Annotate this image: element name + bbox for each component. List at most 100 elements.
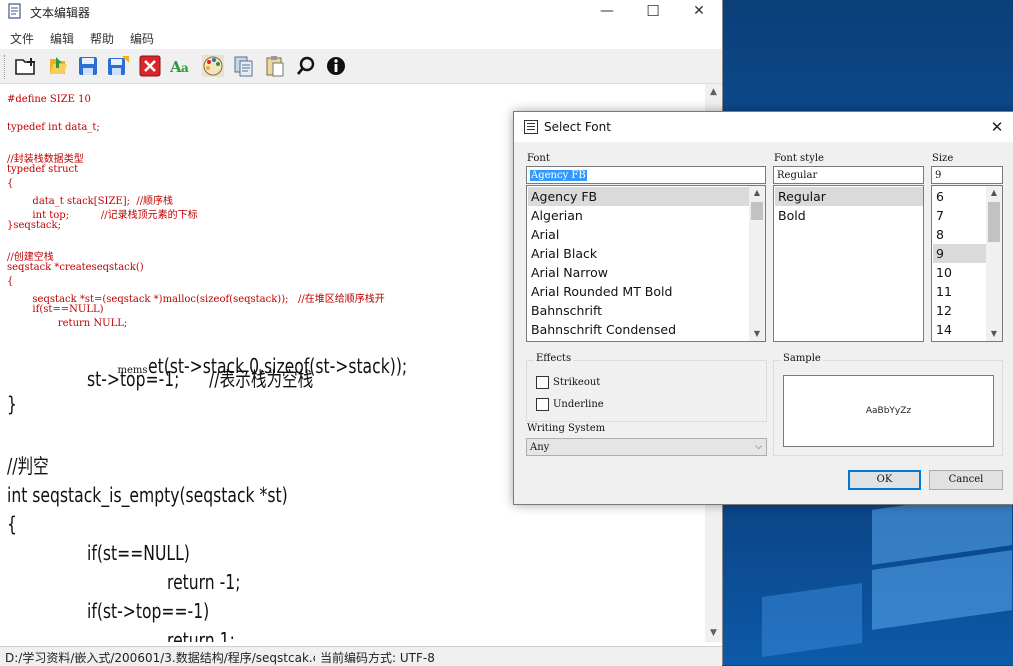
scroll-up-icon[interactable]: ▲ (705, 84, 722, 101)
dialog-title: Select Font (544, 120, 611, 134)
font-list-item[interactable]: Arial (528, 225, 765, 244)
save-icon[interactable] (75, 53, 101, 79)
code-line: st->top=-1; //表示栈为空栈 (87, 367, 314, 391)
menu-help[interactable]: 帮助 (90, 30, 114, 47)
code-line: int seqstack_is_empty(seqstack *st) (7, 483, 288, 507)
font-size-item[interactable]: 7 (933, 206, 986, 225)
code-line: //创建空栈 (7, 252, 54, 263)
scroll-thumb[interactable] (988, 202, 1000, 242)
font-list-item[interactable]: Arial Narrow (528, 263, 765, 282)
code-line: if(st==NULL) (87, 541, 190, 565)
font-list-item[interactable]: Bahnschrift Condensed (528, 320, 765, 339)
ok-button[interactable]: OK (848, 470, 921, 490)
code-line: int top; //记录栈顶元素的下标 (7, 210, 198, 221)
code-line: if(st->top==-1) (87, 599, 210, 623)
font-size-input[interactable]: 9 (931, 166, 1003, 184)
writing-system-label: Writing System (527, 423, 606, 434)
chevron-down-icon[interactable]: ▼ (986, 327, 1002, 341)
paste-icon[interactable] (262, 53, 288, 79)
font-size-item[interactable]: 8 (933, 225, 986, 244)
font-style-list[interactable]: Regular Bold (773, 185, 924, 342)
font-list-scrollbar[interactable]: ▲ ▼ (749, 186, 765, 341)
chevron-down-icon[interactable]: ▼ (749, 327, 765, 341)
strikeout-label: Strikeout (553, 377, 601, 388)
svg-text:a: a (181, 61, 189, 75)
info-icon[interactable] (323, 53, 349, 79)
code-line: if(st==NULL) (7, 304, 104, 315)
effects-group (526, 360, 767, 422)
minimize-button[interactable]: — (584, 0, 630, 24)
font-name-value: Agency FB (530, 170, 587, 181)
code-line: //封装栈数据类型 (7, 154, 84, 165)
font-list-item[interactable]: Algerian (528, 206, 765, 225)
new-file-icon[interactable] (13, 53, 39, 79)
sample-preview: AaBbYyZz (783, 375, 994, 447)
save-as-icon[interactable] (105, 53, 131, 79)
code-line: }seqstack; (7, 220, 61, 231)
code-line: typedef int data_t; (7, 122, 100, 133)
code-line: { (7, 178, 14, 189)
font-size-item[interactable]: 14 (933, 320, 986, 339)
search-icon[interactable] (293, 53, 319, 79)
font-list[interactable]: Agency FB Algerian Arial Arial Black Ari… (526, 185, 766, 342)
size-label: Size (932, 153, 954, 164)
close-file-icon[interactable] (137, 53, 163, 79)
color-palette-icon[interactable] (200, 53, 226, 79)
window-title: 文本编辑器 (30, 6, 91, 20)
font-list-item[interactable]: Arial Black (528, 244, 765, 263)
font-list-item[interactable]: Agency FB (528, 187, 749, 206)
code-line: data_t stack[SIZE]; //顺序栈 (7, 196, 174, 207)
code-line: //判空 (7, 454, 49, 478)
font-size-item[interactable]: 10 (933, 263, 986, 282)
dialog-title-bar: Select Font ✕ (514, 112, 1013, 142)
code-line: return NULL; (7, 318, 128, 329)
font-list-item[interactable]: Arial Rounded MT Bold (528, 282, 765, 301)
font-name-input[interactable]: Agency FB (526, 166, 766, 184)
font-style-label: Font style (774, 153, 824, 164)
code-line: typedef struct (7, 164, 79, 175)
font-size-list[interactable]: 6 7 8 9 10 11 12 14 ▲ ▼ (931, 185, 1003, 342)
cancel-button[interactable]: Cancel (929, 470, 1003, 490)
dialog-window-icon (524, 120, 538, 134)
desktop-window-pane (872, 550, 1012, 630)
open-folder-icon[interactable] (45, 53, 71, 79)
maximize-button[interactable]: ☐ (630, 0, 676, 24)
code-line: #define SIZE 10 (7, 94, 91, 105)
font-label: Font (527, 153, 550, 164)
scroll-down-icon[interactable]: ▼ (705, 625, 722, 642)
font-size-item[interactable]: 11 (933, 282, 986, 301)
font-style-item[interactable]: Regular (775, 187, 923, 206)
menu-file[interactable]: 文件 (10, 30, 34, 47)
toolbar: Aa (0, 49, 722, 84)
effects-label: Effects (534, 353, 574, 364)
menu-edit[interactable]: 编辑 (50, 30, 74, 47)
chevron-up-icon[interactable]: ▲ (986, 186, 1002, 200)
scroll-thumb[interactable] (751, 202, 763, 220)
code-line: return 1; (167, 628, 235, 642)
sample-text: AaBbYyZz (865, 406, 912, 416)
font-style-input[interactable]: Regular (773, 166, 924, 184)
font-size-item[interactable]: 6 (933, 187, 986, 206)
toolbar-grip[interactable] (4, 55, 8, 79)
font-icon[interactable]: Aa (168, 53, 194, 79)
close-button[interactable]: ✕ (676, 0, 722, 24)
font-size-item[interactable]: 9 (933, 244, 986, 263)
strikeout-checkbox[interactable] (536, 376, 549, 389)
font-size-item[interactable]: 12 (933, 301, 986, 320)
status-encoding: 当前编码方式: UTF-8 (320, 651, 435, 665)
underline-label: Underline (553, 399, 604, 410)
code-line: seqstack *st=(seqstack *)malloc(sizeof(s… (7, 294, 385, 305)
code-line: { (7, 512, 17, 536)
copy-icon[interactable] (231, 53, 257, 79)
desktop-window-pane (762, 582, 862, 658)
menu-encoding[interactable]: 编码 (130, 30, 154, 47)
font-list-item[interactable]: Bahnschrift (528, 301, 765, 320)
font-style-item[interactable]: Bold (775, 206, 923, 225)
size-list-scrollbar[interactable]: ▲ ▼ (986, 186, 1002, 341)
code-line: { (7, 276, 14, 287)
dialog-close-button[interactable]: ✕ (986, 116, 1008, 138)
underline-checkbox[interactable] (536, 398, 549, 411)
writing-system-select[interactable]: Any ⌵ (526, 438, 767, 456)
chevron-up-icon[interactable]: ▲ (749, 186, 765, 200)
code-line: seqstack *createseqstack() (7, 262, 144, 273)
